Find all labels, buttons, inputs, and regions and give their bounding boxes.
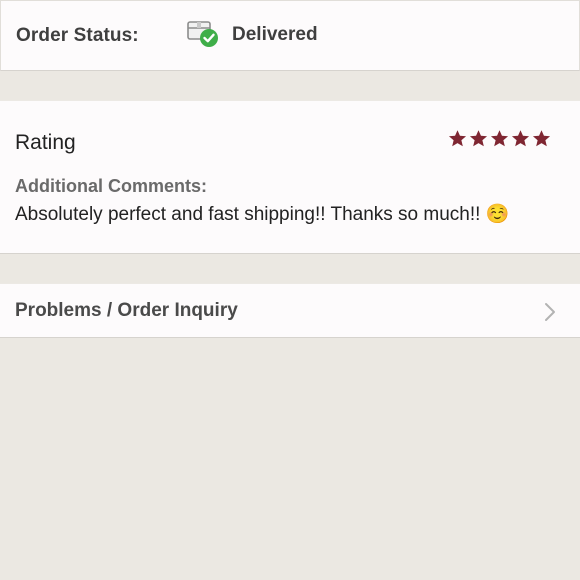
additional-comments-label: Additional Comments:	[15, 176, 207, 196]
order-detail-page: Order Status: Delivered Rating Additiona…	[0, 0, 580, 580]
order-status-card: Order Status: Delivered	[0, 0, 580, 71]
star-icon	[532, 130, 551, 147]
star-icon	[490, 130, 509, 147]
order-inquiry-label: Problems / Order Inquiry	[15, 300, 238, 321]
rating-title: Rating	[15, 131, 76, 154]
package-delivered-icon	[186, 18, 220, 50]
order-status-label: Order Status:	[16, 25, 139, 46]
star-icon	[511, 130, 530, 147]
order-inquiry-row[interactable]: Problems / Order Inquiry	[0, 283, 580, 338]
rating-card: Rating Additional Comments: Absolutely p…	[0, 100, 580, 254]
star-icon	[469, 130, 488, 147]
star-icon	[448, 130, 467, 147]
star-rating	[448, 129, 551, 148]
additional-comments-text: Absolutely perfect and fast shipping!! T…	[15, 204, 510, 225]
chevron-right-icon	[543, 301, 557, 323]
order-status-value: Delivered	[232, 24, 318, 45]
